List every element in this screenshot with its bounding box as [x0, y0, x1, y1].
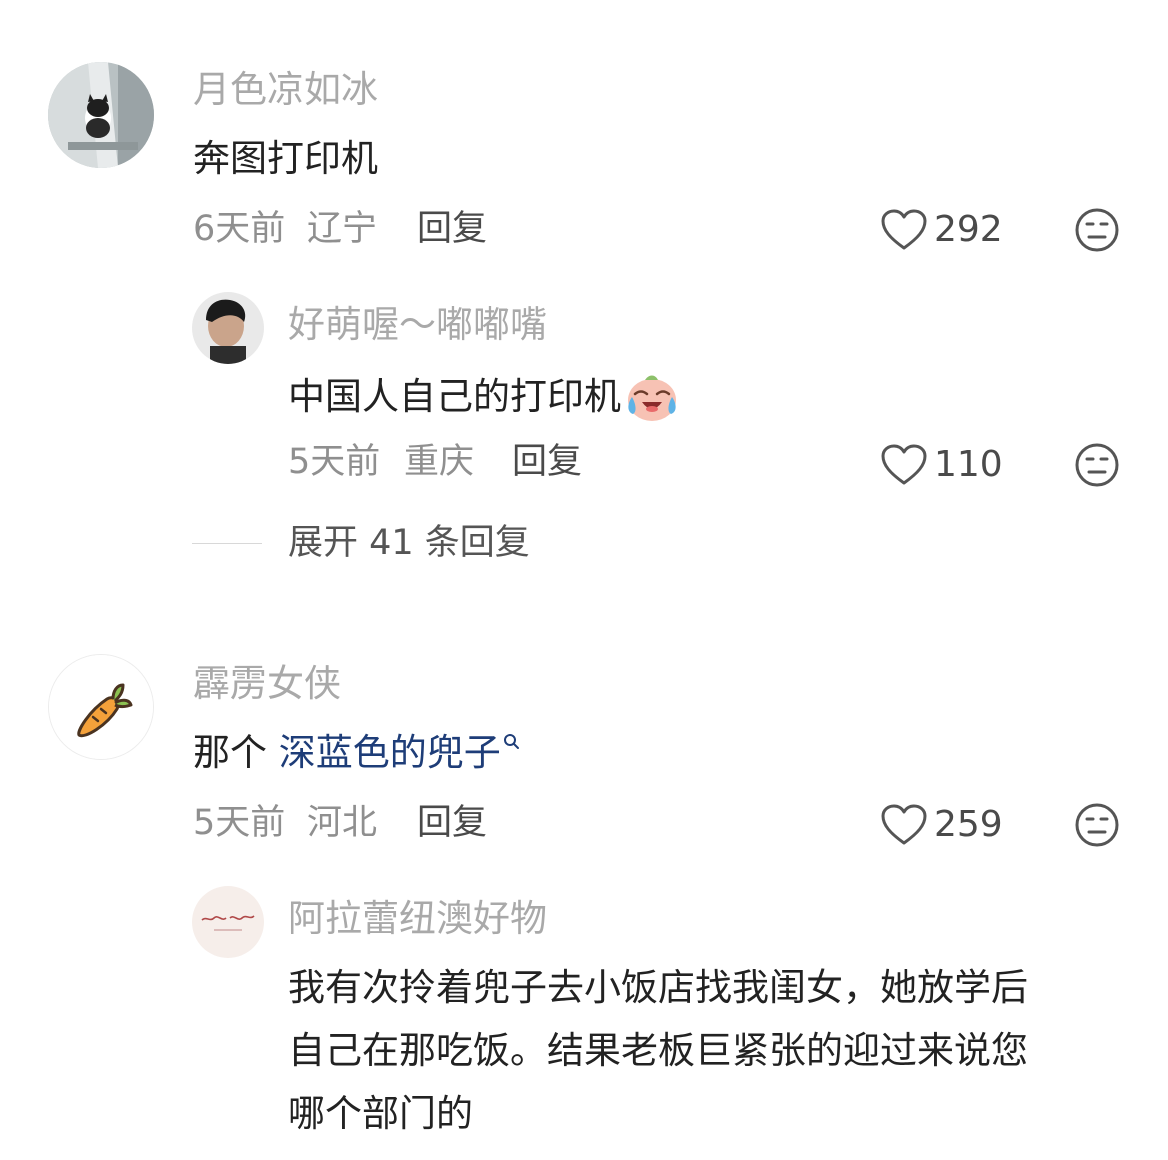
like-count: 292 — [934, 209, 1003, 250]
search-link[interactable]: 深蓝色的兜子 — [279, 731, 501, 775]
avatar[interactable] — [192, 292, 264, 364]
reply-button[interactable]: 回复 — [417, 208, 487, 250]
like-button[interactable]: 259 — [880, 800, 1003, 850]
expand-divider — [192, 543, 262, 544]
comment-text-row: 那个 深蓝色的兜子 — [193, 731, 521, 775]
crying-laughing-emoji-icon — [628, 375, 676, 421]
heart-icon — [881, 444, 927, 485]
dislike-button[interactable] — [1074, 802, 1120, 848]
reply-time: 5天前 — [288, 442, 381, 482]
neutral-face-icon — [1075, 208, 1119, 252]
comment-time: 6天前 — [193, 209, 286, 249]
comment-text: 那个 — [193, 731, 279, 774]
reply-text-line: 我有次拎着兜子去小饭店找我闺女，她放学后 — [288, 966, 1028, 1009]
comment-location: 河北 — [307, 803, 378, 843]
search-icon[interactable] — [503, 733, 521, 755]
comment-time: 5天前 — [193, 803, 286, 843]
calligraphy-avatar — [192, 886, 264, 958]
reply-username[interactable]: 阿拉蕾纽澳好物 — [288, 897, 547, 941]
like-button[interactable]: 292 — [880, 205, 1003, 255]
like-count: 259 — [934, 804, 1003, 845]
carrot-avatar — [49, 655, 153, 759]
comment-username[interactable]: 月色凉如冰 — [193, 68, 378, 112]
avatar[interactable] — [48, 62, 154, 168]
person-photo-avatar — [192, 292, 264, 364]
expand-replies-button[interactable]: 展开 41 条回复 — [288, 522, 530, 564]
neutral-face-icon — [1075, 443, 1119, 487]
avatar[interactable] — [48, 654, 154, 760]
comment-text: 奔图打印机 — [193, 137, 378, 180]
reply-button[interactable]: 回复 — [417, 802, 487, 844]
heart-icon — [881, 804, 927, 845]
reply-location: 重庆 — [404, 442, 475, 482]
cat-photo-avatar — [48, 62, 154, 168]
reply-text-line: 哪个部门的 — [288, 1092, 473, 1135]
dislike-button[interactable] — [1074, 442, 1120, 488]
reply-text: 中国人自己的打印机 — [288, 375, 621, 418]
like-button[interactable]: 110 — [880, 440, 1003, 490]
reply-text-row: 中国人自己的打印机 — [288, 370, 681, 424]
reply-username[interactable]: 好萌喔～嘟嘟嘴 — [288, 303, 547, 347]
like-count: 110 — [934, 444, 1003, 485]
dislike-button[interactable] — [1074, 207, 1120, 253]
comment-location: 辽宁 — [307, 209, 378, 249]
reply-text-line: 自己在那吃饭。结果老板巨紧张的迎过来说您 — [288, 1029, 1028, 1072]
neutral-face-icon — [1075, 803, 1119, 847]
heart-icon — [881, 209, 927, 250]
comment-username[interactable]: 霹雳女侠 — [193, 662, 341, 706]
avatar[interactable] — [192, 886, 264, 958]
reply-button[interactable]: 回复 — [512, 441, 582, 483]
reply-text: 我有次拎着兜子去小饭店找我闺女，她放学后 自己在那吃饭。结果老板巨紧张的迎过来说… — [288, 956, 1128, 1145]
